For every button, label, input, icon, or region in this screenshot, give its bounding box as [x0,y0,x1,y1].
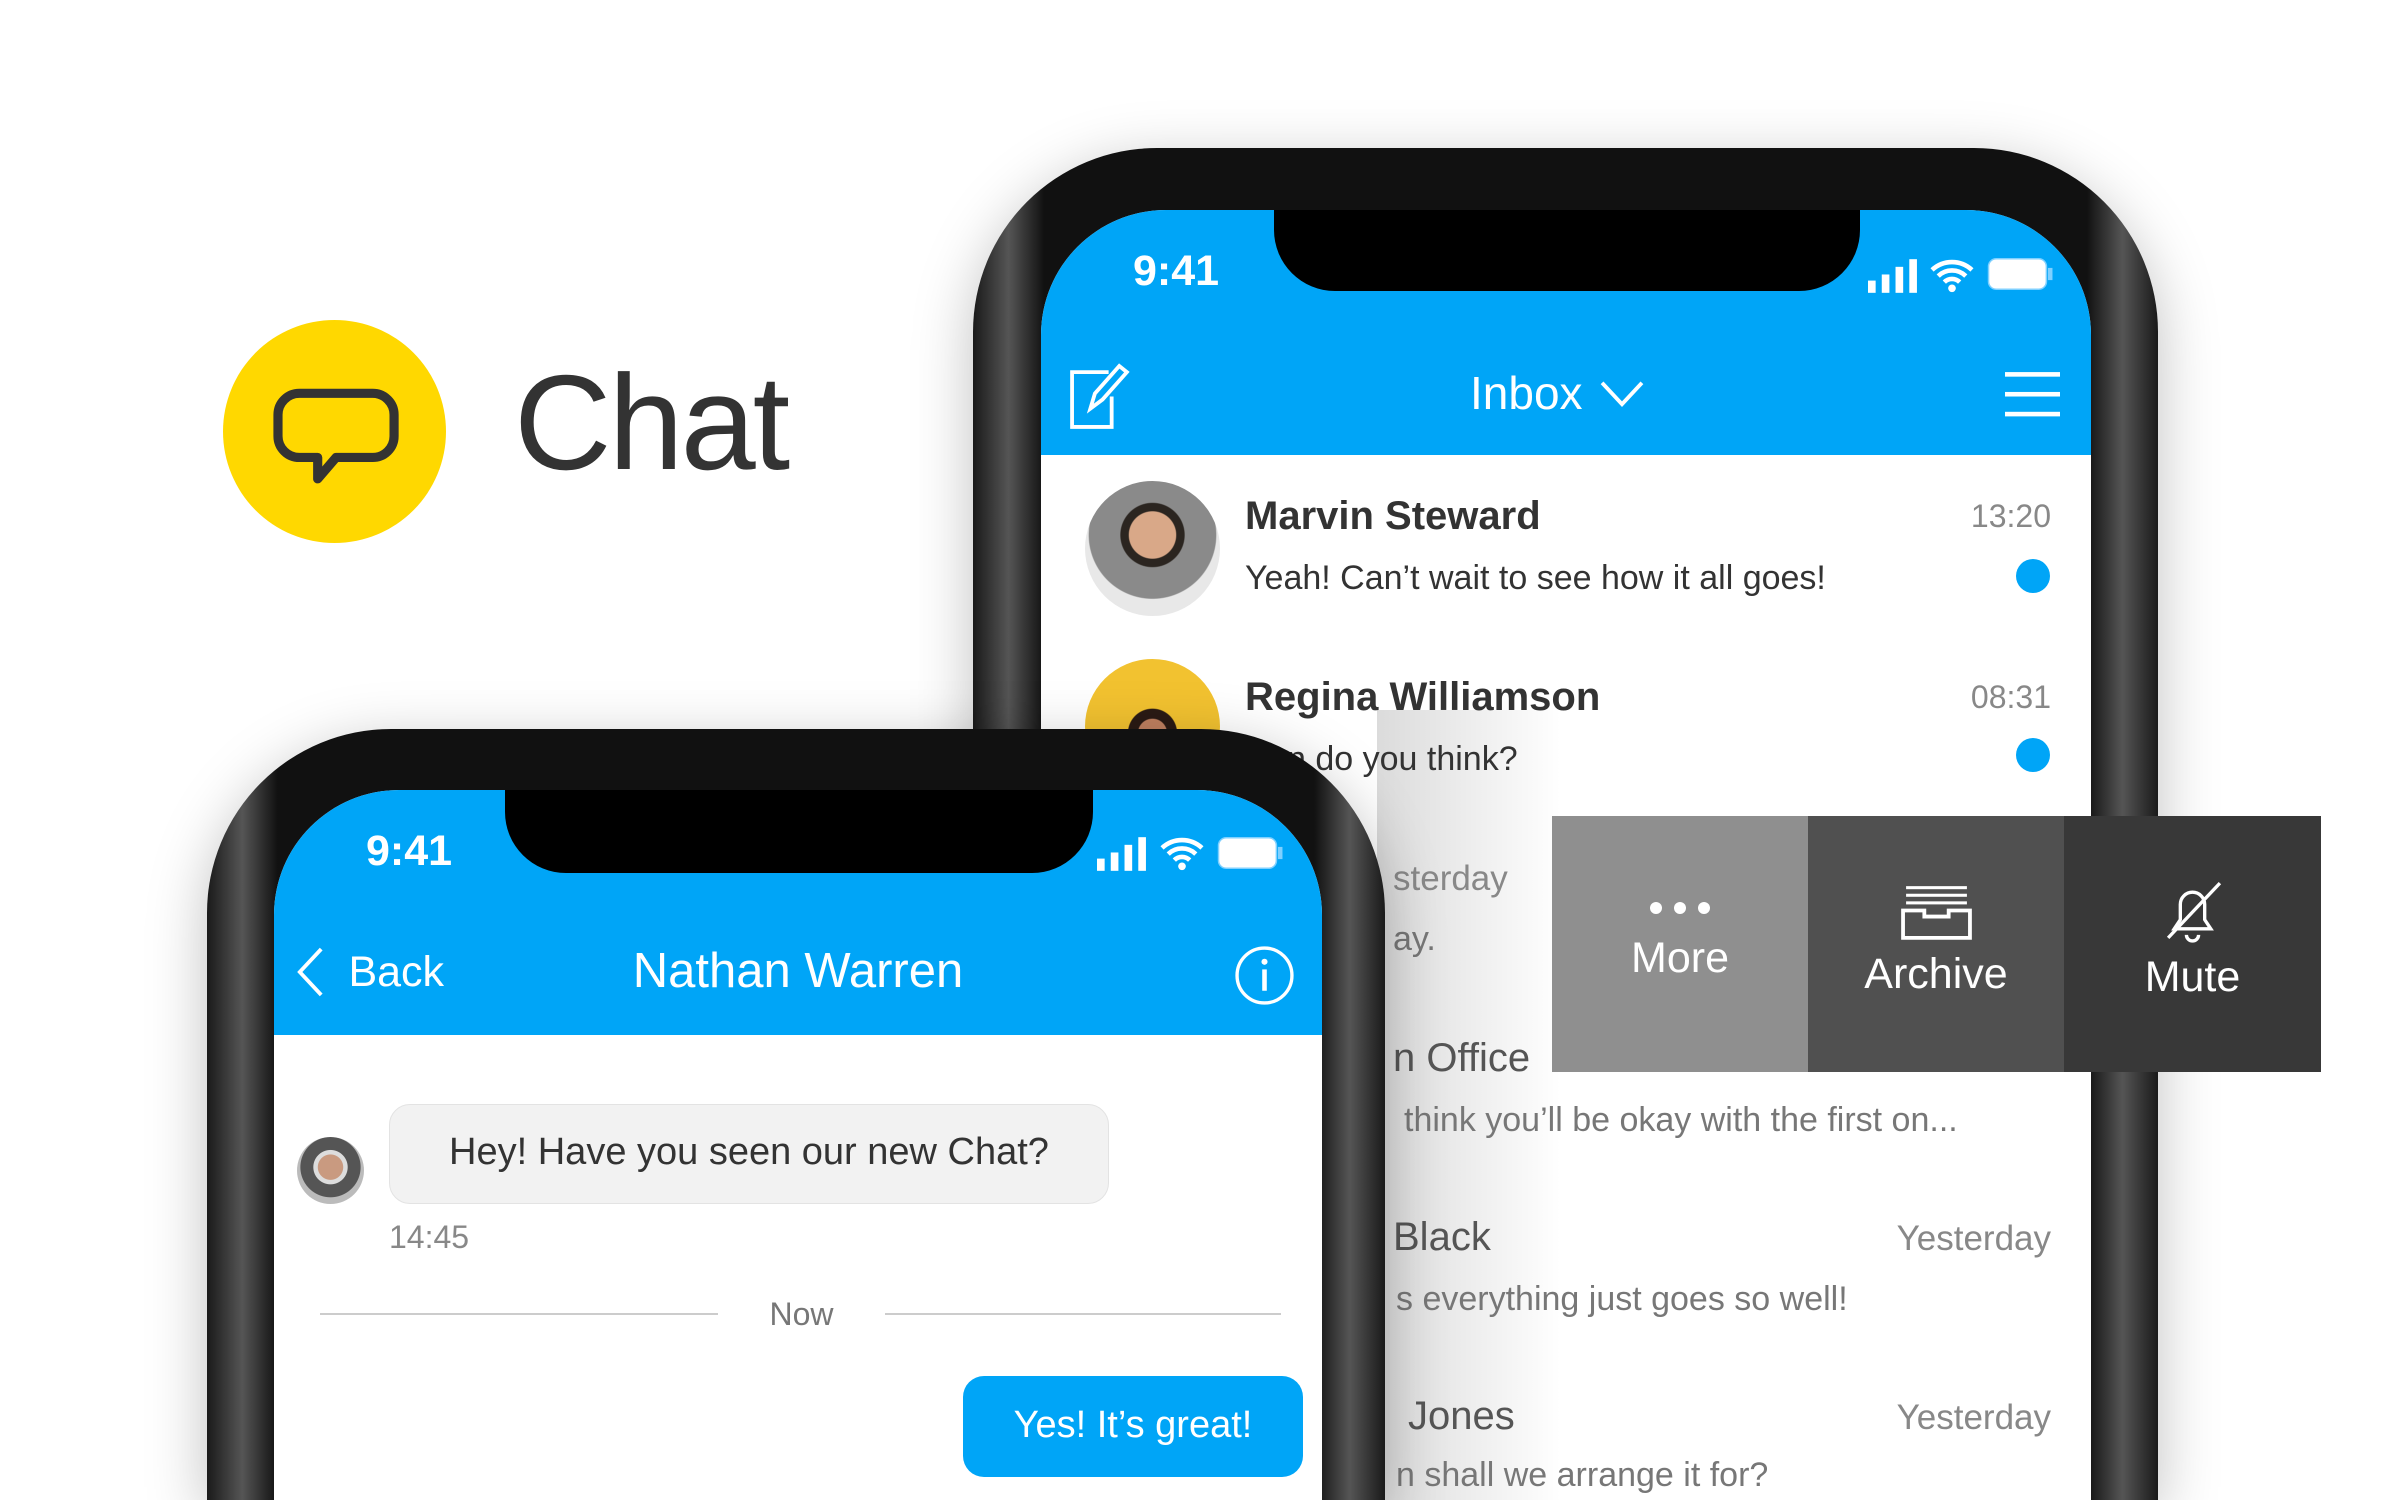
wifi-icon [1930,259,1974,293]
message-time: sterday [1393,859,1508,898]
status-time: 9:41 [1133,247,1220,295]
message-preview: ay. [1393,920,1436,958]
divider-line [320,1313,718,1315]
battery-icon [1987,258,2053,290]
incoming-message-bubble: Hey! Have you seen our new Chat? [389,1104,1109,1204]
more-dots-icon [1650,902,1710,914]
signal-icon [1097,837,1146,871]
message-preview: Yeah! Can’t wait to see how it all goes! [1245,559,1826,597]
status-time: 9:41 [366,827,453,875]
message-preview: n shall we arrange it for? [1396,1456,1769,1494]
unread-dot [2016,738,2050,772]
message-preview: s everything just goes so well! [1396,1280,1848,1318]
avatar [1085,481,1220,616]
message-time: Yesterday [1896,1219,2051,1258]
info-icon[interactable] [1234,945,1295,1006]
more-label: More [1631,934,1729,982]
chat-logo [223,320,446,543]
contact-name: Regina Williamson [1245,675,1601,719]
message-time: Yesterday [1896,1398,2051,1437]
mute-label: Mute [2144,953,2241,1001]
hamburger-icon[interactable] [2005,372,2060,418]
chat-screen: 9:41 Back Nathan Warren Hey! Have you se… [274,790,1322,1500]
contact-name: Marvin Steward [1245,494,1541,538]
message-time: 14:45 [389,1219,470,1255]
chat-title: Nathan Warren [632,944,964,998]
bell-off-icon [2166,881,2222,943]
notch [505,790,1093,873]
archive-icon [1900,886,1972,940]
message-time: 08:31 [1970,679,2051,715]
divider-line [885,1313,1281,1315]
mute-action-button[interactable]: Mute [2064,816,2321,1072]
message-preview: think you’ll be okay with the first on..… [1404,1101,1958,1139]
contact-name: n Office [1393,1036,1531,1080]
speech-bubble-icon [273,388,399,484]
contact-name: Jones [1408,1394,1515,1438]
notch [1274,210,1860,291]
inbox-dropdown[interactable]: Inbox [1470,366,1645,420]
inbox-title: Inbox [1470,367,1583,419]
archive-action-button[interactable]: Archive [1808,816,2064,1072]
compose-icon[interactable] [1069,363,1133,430]
contact-name: Black [1393,1215,1491,1259]
conversation-row[interactable]: Marvin Steward Yeah! Can’t wait to see h… [1041,470,2091,620]
wifi-icon [1160,837,1204,871]
message-text: Hey! Have you seen our new Chat? [449,1131,1049,1173]
chevron-down-icon [1600,381,1644,408]
brand-title: Chat [514,347,790,498]
message-text: Yes! It’s great! [1013,1404,1253,1446]
outgoing-message-bubble: Yes! It’s great! [963,1376,1303,1477]
unread-dot [2016,559,2050,593]
message-time: 13:20 [1970,498,2051,534]
archive-label: Archive [1864,950,2008,998]
more-action-button[interactable]: More [1552,816,1808,1072]
divider-label: Now [769,1296,834,1332]
signal-icon [1868,259,1917,293]
avatar [297,1137,364,1204]
battery-icon [1217,837,1283,869]
